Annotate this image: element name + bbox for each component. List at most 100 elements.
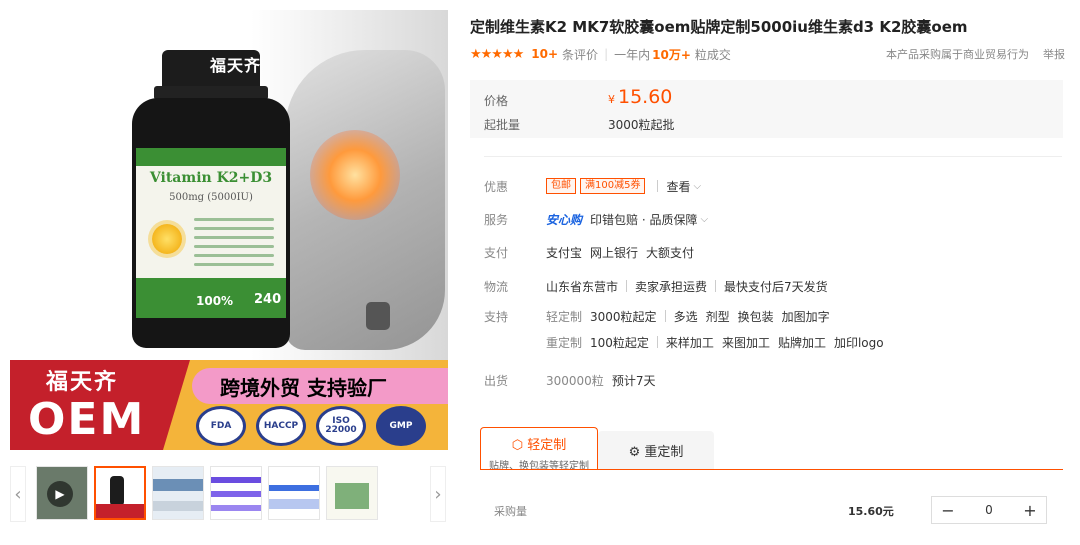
label-title: Vitamin K2+D3	[149, 170, 273, 186]
service-text[interactable]: 印错包赔 · 品质保障	[590, 211, 697, 228]
watch-illustration	[366, 302, 390, 330]
currency-symbol: ¥	[608, 93, 615, 106]
play-icon: ▶	[47, 481, 73, 507]
coupon-tag[interactable]: 满100减5券	[580, 178, 646, 194]
knee-pain-glow	[310, 130, 400, 220]
rating-row: ★★★★★ 10+ 条评价 | 一年内 10万+ 粒成交 本产品采购属于商业贸易…	[470, 46, 1065, 62]
bottle-label: Vitamin K2+D3 500mg (5000IU) 100% 240	[136, 148, 286, 318]
gmp-badge-icon: GMP	[376, 406, 426, 446]
banner-oem: OEM	[28, 394, 146, 445]
thumbnail-4[interactable]	[268, 466, 320, 520]
free-shipping-tag: 包邮	[546, 178, 576, 194]
label-percent: 100%	[196, 294, 234, 308]
report-link[interactable]: 举报	[1043, 46, 1065, 62]
banner-brand: 福天齐	[46, 370, 119, 395]
label-capsule-count: 240	[254, 292, 282, 307]
thumbnail-1[interactable]	[94, 466, 146, 520]
label-subtitle: 500mg (5000IU)	[169, 192, 253, 203]
promo-label: 优惠	[484, 179, 509, 194]
moq-value: 3000粒起批	[608, 118, 675, 132]
support-heavy-item: 来图加工	[721, 335, 770, 350]
customization-tabs: ⬡ 轻定制 贴牌、换包装等轻定制 ⚙ 重定制	[480, 427, 715, 472]
logistics-dispatch: 最快支付后7天发货	[724, 279, 828, 294]
support-heavy-moq: 100粒起定	[590, 335, 649, 350]
product-photo: 福天齐 Vitamin K2+D3 500mg (5000IU) 100% 24…	[10, 10, 448, 360]
thumbnail-video[interactable]: ▶	[36, 466, 88, 520]
anxin-logo: 安心购	[546, 212, 583, 227]
fda-badge-icon: FDA	[196, 406, 246, 446]
chevron-down-icon[interactable]: ⌵	[693, 181, 701, 192]
support-light-item: 剂型	[705, 309, 730, 324]
divider	[484, 156, 1062, 157]
support-light-item: 多选	[673, 309, 698, 324]
chevron-left-icon[interactable]: ‹	[10, 466, 26, 522]
review-count[interactable]: 10+	[531, 47, 558, 61]
tab-light-title: 轻定制	[527, 438, 567, 453]
bottle-cap: 福天齐	[162, 50, 260, 88]
payment-alipay: 支付宝	[546, 245, 583, 260]
moq-label: 起批量	[484, 118, 521, 132]
bottle-brand-text: 福天齐	[210, 56, 262, 75]
plus-button[interactable]: +	[1014, 501, 1046, 520]
price-value: ¥15.60	[608, 86, 673, 108]
payment-label: 支付	[484, 245, 509, 260]
main-product-image[interactable]: 福天齐 Vitamin K2+D3 500mg (5000IU) 100% 24…	[10, 10, 448, 450]
product-title: 定制维生素K2 MK7软胶囊oem贴牌定制5000iu维生素d3 K2胶囊oem	[470, 18, 968, 36]
thumbnail-3[interactable]	[210, 466, 262, 520]
payment-row: 支付 支付宝 网上银行 大额支付	[484, 242, 702, 262]
haccp-badge-icon: HACCP	[256, 406, 306, 446]
support-label: 支持	[484, 309, 509, 324]
chevron-down-icon[interactable]: ⌵	[700, 214, 708, 225]
tools-icon: ⚙	[628, 445, 641, 460]
shipment-row: 出货 300000粒 预计7天	[484, 370, 655, 390]
certification-badges: FDA HACCP ISO 22000 GMP	[196, 406, 448, 446]
sales-prefix: 一年内	[614, 47, 651, 62]
support-heavy-row: 重定制 100粒起定 来样加工 来图加工 贴牌加工 加印logo	[484, 332, 892, 352]
quantity-input[interactable]: 0	[964, 503, 1014, 517]
logistics-row: 物流 山东省东营市 卖家承担运费 最快支付后7天发货	[484, 276, 828, 296]
support-light-title: 轻定制	[546, 309, 583, 324]
quantity-stepper: − 0 +	[931, 496, 1047, 524]
thumbnail-2[interactable]	[152, 466, 204, 520]
unit-price: 15.60元	[848, 505, 894, 518]
thumbnail-strip: ‹ ▶ ›	[10, 466, 448, 522]
promo-banner: 福天齐 OEM 跨境外贸 支持验厂 FDA HACCP ISO 22000 GM…	[10, 360, 448, 450]
sun-icon	[152, 224, 182, 254]
support-light-moq: 3000粒起定	[590, 309, 657, 324]
trade-note: 本产品采购属于商业贸易行为	[886, 48, 1029, 61]
thumbnail-5[interactable]	[326, 466, 378, 520]
support-heavy-title: 重定制	[546, 335, 583, 350]
support-heavy-item: 来样加工	[665, 335, 714, 350]
label-bullet-lines	[194, 218, 274, 272]
logistics-origin: 山东省东营市	[546, 279, 619, 294]
promo-more-link[interactable]: 查看	[666, 178, 690, 195]
price-label: 价格	[484, 94, 509, 108]
support-heavy-item: 加印logo	[833, 335, 884, 350]
logistics-label: 物流	[484, 279, 509, 294]
support-light-item: 换包装	[737, 309, 774, 324]
service-label: 服务	[484, 212, 509, 227]
sales-suffix: 粒成交	[694, 47, 731, 62]
banner-slogan: 跨境外贸 支持验厂	[220, 376, 387, 400]
review-label[interactable]: 条评价	[562, 46, 598, 63]
cube-icon: ⬡	[511, 438, 524, 453]
payment-large-amount: 大额支付	[646, 245, 695, 260]
iso-badge-icon: ISO 22000	[316, 406, 366, 446]
tab-heavy-custom[interactable]: ⚙ 重定制	[598, 431, 714, 470]
payment-online-bank: 网上银行	[590, 245, 639, 260]
support-heavy-item: 贴牌加工	[777, 335, 826, 350]
minus-button[interactable]: −	[932, 501, 964, 520]
tab-heavy-title: 重定制	[644, 445, 684, 460]
price-box: 价格 ¥15.60 起批量 3000粒起批	[470, 80, 1063, 138]
quantity-label: 采购量	[494, 505, 527, 518]
logistics-fee: 卖家承担运费	[635, 279, 708, 294]
shipment-qty: 300000粒	[546, 373, 604, 388]
support-light-row: 支持 轻定制 3000粒起定 多选 剂型 换包装 加图加字	[484, 306, 838, 326]
tab-light-custom[interactable]: ⬡ 轻定制 贴牌、换包装等轻定制	[480, 427, 598, 472]
promo-row: 优惠 包邮 满100减5券 查看 ⌵	[484, 176, 701, 196]
quantity-row: 采购量 15.60元 − 0 +	[494, 496, 1049, 524]
supplement-bottle: 福天齐 Vitamin K2+D3 500mg (5000IU) 100% 24…	[132, 50, 290, 348]
chevron-right-icon[interactable]: ›	[430, 466, 446, 522]
service-row: 服务 安心购 印错包赔 · 品质保障 ⌵	[484, 209, 708, 229]
shipment-eta: 预计7天	[611, 373, 656, 388]
